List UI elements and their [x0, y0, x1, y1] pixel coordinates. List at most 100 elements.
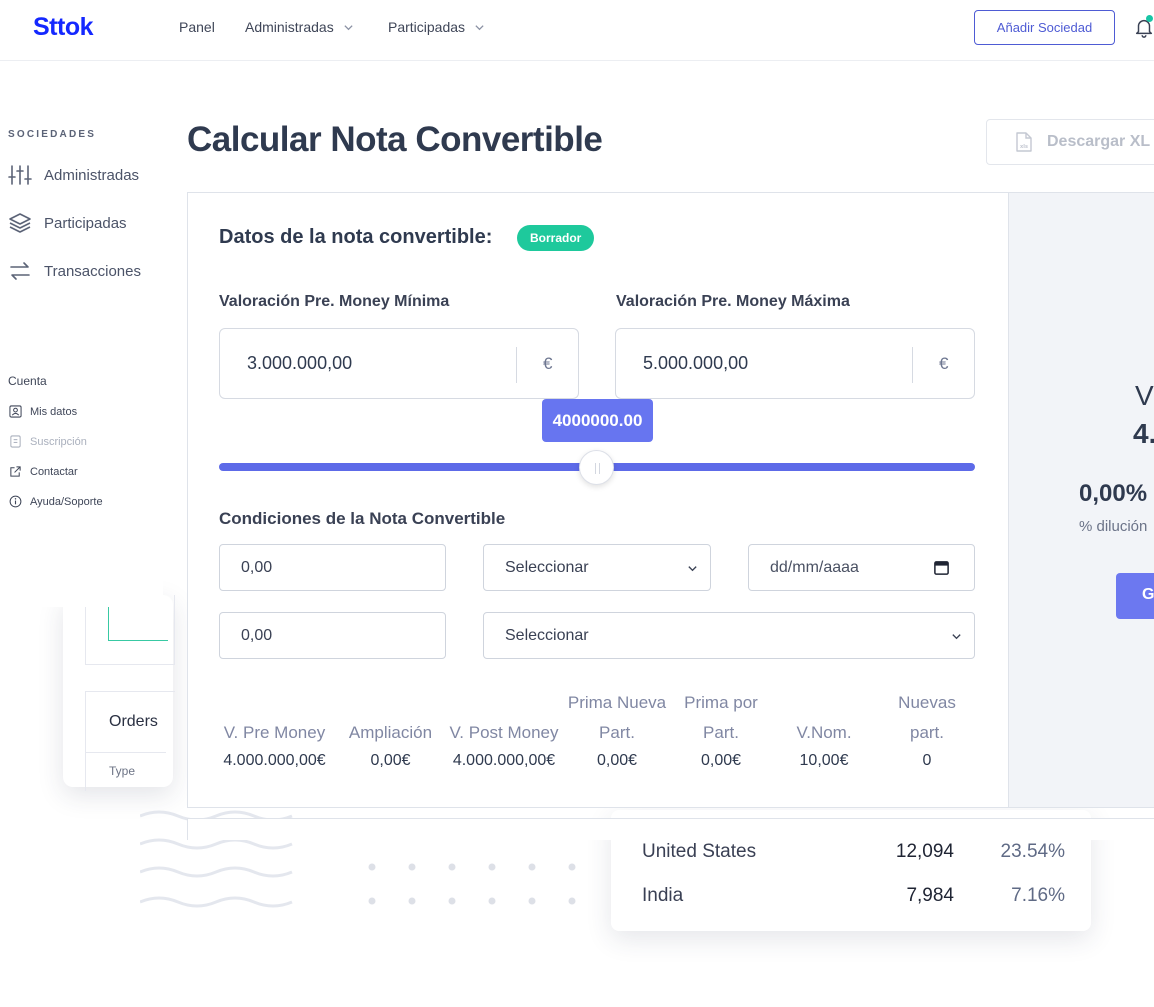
- summary-value: 4.000.000,00€: [452, 752, 556, 769]
- page-title: Calcular Nota Convertible: [187, 120, 603, 159]
- receipt-icon: [10, 435, 21, 448]
- nav-label: Administradas: [245, 19, 334, 35]
- next-card-edge: [187, 818, 1154, 840]
- summary-header: V. Post Money: [449, 723, 559, 742]
- min-valuation-label: Valoración Pre. Money Mínima: [219, 293, 450, 310]
- sidebar-item-transacciones[interactable]: Transacciones: [8, 259, 141, 283]
- result-heading: V: [1135, 380, 1154, 411]
- orders-column-type: Type: [109, 764, 136, 778]
- country-percent: 7.16%: [1011, 885, 1065, 906]
- input-value: 5.000.000,00: [643, 353, 749, 373]
- account-item-mis-datos[interactable]: Mis datos: [9, 405, 77, 418]
- condition-select-1[interactable]: Seleccionar: [483, 544, 711, 591]
- arrows-exchange-icon: [10, 262, 30, 280]
- user-icon: [9, 405, 22, 418]
- status-badge: Borrador: [517, 225, 595, 251]
- country-percent: 23.54%: [1000, 841, 1065, 862]
- nav-administradas[interactable]: Administradas: [245, 19, 354, 35]
- condition-date-input[interactable]: dd/mm/aaaa: [748, 544, 975, 591]
- account-item-label: Contactar: [30, 465, 78, 478]
- sidebar-item-label: Participadas: [44, 214, 127, 232]
- max-valuation-input[interactable]: 5.000.000,00 €: [615, 328, 975, 399]
- summary-value: 0,00€: [700, 752, 742, 769]
- chevron-down-icon: [688, 566, 697, 572]
- summary-column: V. Pre Money 4.000.000,00€: [219, 690, 330, 769]
- summary-column: Nuevas part. 0: [884, 690, 970, 769]
- layers-icon: [9, 213, 31, 233]
- condition-input-1[interactable]: 0,00: [219, 544, 446, 591]
- summary-column: Ampliación 0,00€: [341, 690, 440, 769]
- summary-value: 0: [922, 752, 932, 769]
- min-valuation-input[interactable]: 3.000.000,00 €: [219, 328, 579, 399]
- country-value: 7,984: [906, 885, 954, 906]
- orders-title: Orders: [109, 713, 158, 730]
- nav-label: Panel: [179, 19, 215, 35]
- chevron-down-icon: [952, 634, 961, 640]
- currency-symbol: €: [939, 354, 949, 373]
- sidebar-item-participadas[interactable]: Participadas: [8, 211, 127, 235]
- summary-column: V. Post Money 4.000.000,00€: [444, 690, 564, 769]
- currency-symbol: €: [543, 354, 553, 373]
- add-company-button[interactable]: Añadir Sociedad: [974, 10, 1115, 45]
- download-xls-button[interactable]: xls Descargar XL: [986, 119, 1154, 165]
- top-navbar: Sttok Panel Administradas Participadas A…: [0, 0, 1154, 61]
- summary-header: Ampliación: [348, 723, 433, 742]
- summary-value: 0,00€: [596, 752, 638, 769]
- summary-header: V. Pre Money: [223, 723, 326, 742]
- download-xls-label: Descargar XL: [1047, 133, 1151, 150]
- external-link-icon: [10, 466, 21, 477]
- calendar-icon[interactable]: [933, 559, 950, 576]
- info-icon: [9, 495, 22, 508]
- account-item-label: Mis datos: [30, 405, 78, 418]
- sidebar-item-label: Administradas: [44, 166, 140, 184]
- dilution-percent: 0,00%: [1079, 480, 1148, 507]
- summary-column: V.Nom. 10,00€: [780, 690, 868, 769]
- nav-participadas[interactable]: Participadas: [388, 19, 485, 35]
- country-row: United States 12,094 23.54%: [642, 841, 1072, 865]
- account-heading: Cuenta: [8, 374, 47, 388]
- select-value: Seleccionar: [505, 626, 589, 644]
- result-value: 4.: [1133, 418, 1154, 449]
- input-divider: [912, 347, 913, 383]
- account-item-ayuda[interactable]: Ayuda/Soporte: [9, 495, 103, 508]
- divider: [86, 752, 166, 753]
- input-value: 3.000.000,00: [247, 353, 353, 373]
- conditions-title: Condiciones de la Nota Convertible: [219, 509, 506, 528]
- notification-dot: [1146, 15, 1153, 22]
- decorative-dots: [368, 863, 576, 905]
- select-value: Seleccionar: [505, 558, 589, 576]
- input-value: 0,00: [241, 626, 273, 644]
- sidebar-item-administradas[interactable]: Administradas: [8, 163, 139, 187]
- account-item-suscripcion[interactable]: Suscripción: [9, 435, 87, 448]
- country-name: India: [642, 885, 684, 906]
- summary-header: Nuevas part.: [898, 693, 956, 742]
- valuation-slider-handle[interactable]: [579, 450, 614, 485]
- condition-input-2[interactable]: 0,00: [219, 612, 446, 659]
- nav-label: Participadas: [388, 19, 466, 35]
- result-action-button[interactable]: G: [1116, 573, 1154, 619]
- account-item-label: Suscripción: [30, 435, 87, 448]
- condition-select-2[interactable]: Seleccionar: [483, 612, 975, 659]
- input-value: 0,00: [241, 558, 273, 576]
- summary-value: 10,00€: [799, 752, 849, 769]
- date-placeholder: dd/mm/aaaa: [770, 558, 859, 576]
- sidebar: SOCIEDADES Administradas Participadas Tr…: [0, 61, 163, 607]
- nav-panel[interactable]: Panel: [179, 19, 215, 35]
- summary-value: 0,00€: [370, 752, 411, 769]
- summary-header: V.Nom.: [796, 723, 852, 742]
- summary-column: Prima Nueva Part. 0,00€: [567, 690, 667, 769]
- file-excel-icon: xls: [1016, 132, 1032, 152]
- sidebar-item-label: Transacciones: [44, 262, 141, 280]
- chevron-down-icon: [475, 24, 484, 30]
- input-divider: [516, 347, 517, 383]
- summary-column: Prima por Part. 0,00€: [674, 690, 768, 769]
- summary-header: Prima por Part.: [684, 693, 758, 742]
- slider-value-tooltip: 4000000.00: [542, 399, 653, 442]
- account-item-contactar[interactable]: Contactar: [9, 465, 78, 478]
- dilution-label: % dilución: [1079, 518, 1148, 535]
- summary-value: 4.000.000,00€: [223, 752, 326, 769]
- brand-logo[interactable]: Sttok: [33, 13, 94, 42]
- account-item-label: Ayuda/Soporte: [30, 495, 103, 508]
- sliders-icon: [8, 165, 32, 185]
- country-row: India 7,984 7.16%: [642, 885, 1072, 909]
